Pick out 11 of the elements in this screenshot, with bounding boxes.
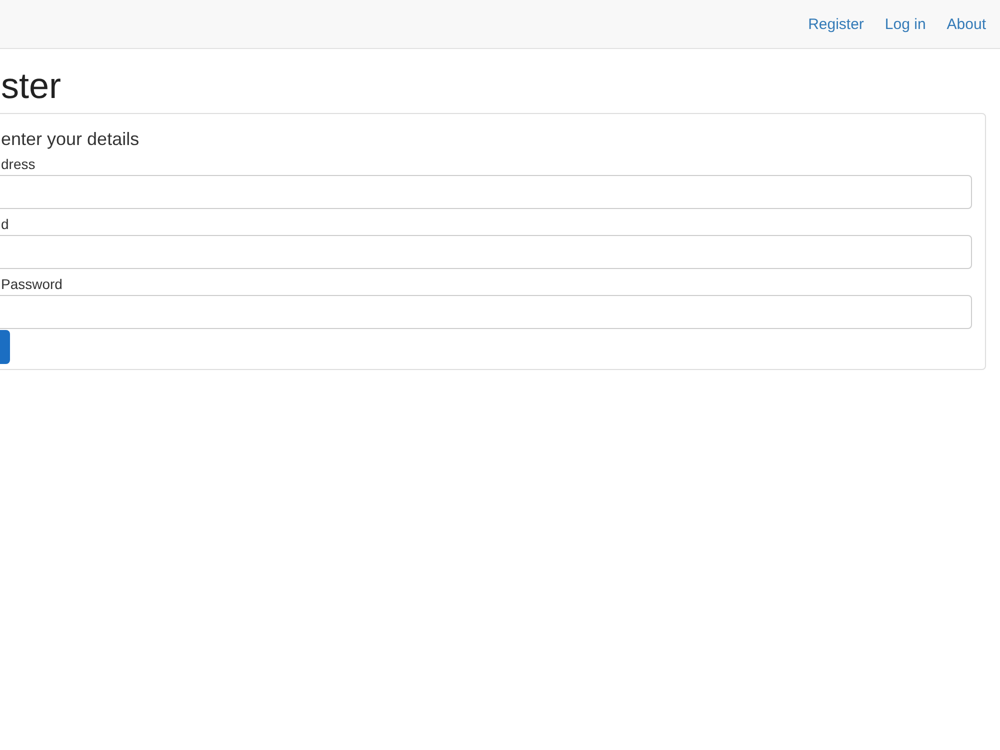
nav-link[interactable]: Register xyxy=(808,16,864,32)
nav-link[interactable]: About xyxy=(946,16,986,32)
field-label: d xyxy=(1,216,9,232)
field-label: Password xyxy=(1,276,62,292)
field-label: dress xyxy=(1,156,36,172)
page-heading: ster xyxy=(1,65,62,107)
nav-link[interactable]: Log in xyxy=(884,16,926,32)
input-field[interactable] xyxy=(0,235,972,269)
input-field[interactable] xyxy=(0,175,972,209)
form-legend: enter your details xyxy=(1,128,140,150)
input-field[interactable] xyxy=(0,295,972,329)
